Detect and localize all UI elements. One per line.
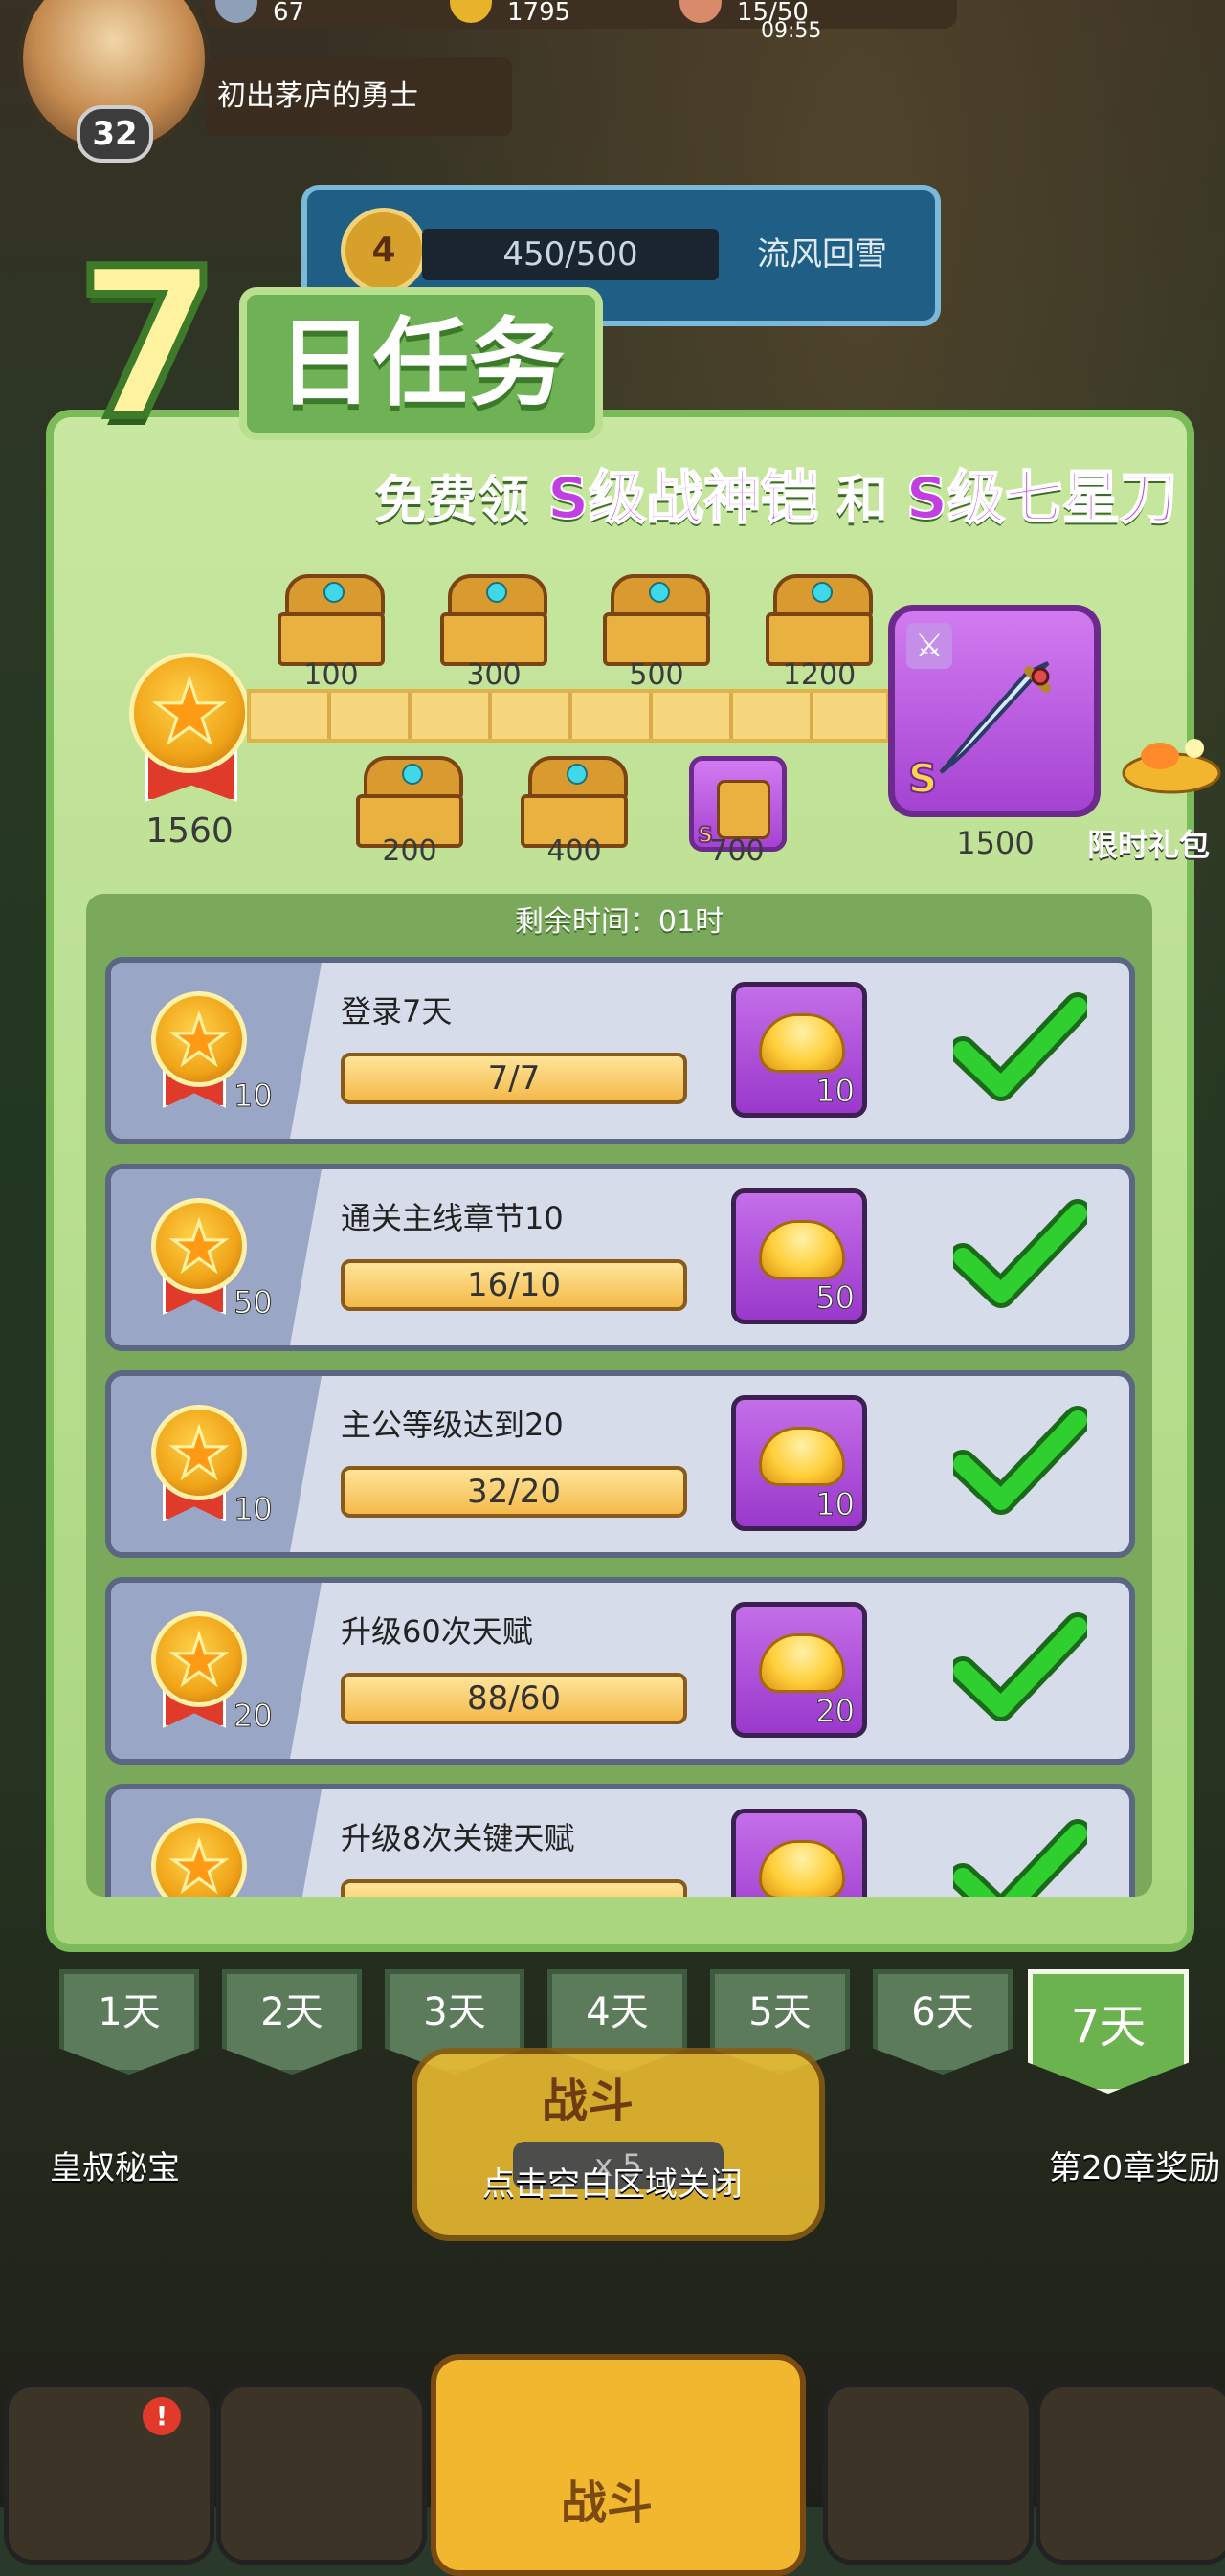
task-progress: 16/10 <box>341 1259 687 1311</box>
chapter-reward-label[interactable]: 第20章奖励 <box>1049 2142 1225 2188</box>
gold-ingot-icon <box>759 1220 845 1279</box>
task-row[interactable]: ★ 10 登录7天 7/7 10 <box>105 957 1135 1144</box>
battle-label: 战斗 <box>542 2075 635 2128</box>
milestone-label: 100 <box>303 658 359 692</box>
milestone-chest-500[interactable] <box>603 574 710 666</box>
notify-badge: ! <box>143 2397 181 2435</box>
energy-timer: 09:55 <box>761 19 822 43</box>
milestone-label: 400 <box>546 834 602 868</box>
task-row[interactable]: ★ 升级8次关键天赋 <box>105 1784 1135 1897</box>
meat-icon <box>679 0 722 23</box>
task-name: 升级60次天赋 <box>341 1613 533 1650</box>
milestone-label: 300 <box>466 658 522 692</box>
final-reward-points: 1500 <box>956 825 1035 861</box>
task-reward-ingot[interactable]: 50 <box>731 1188 867 1324</box>
gold-coin-icon <box>450 0 492 23</box>
task-name: 主公等级达到20 <box>341 1407 564 1443</box>
player-level-badge: 32 <box>77 105 153 163</box>
stamina-icon <box>215 0 257 23</box>
reward-qty: 10 <box>815 1486 856 1523</box>
task-points-medal-icon: ★ <box>151 1611 247 1707</box>
task-reward-ingot[interactable] <box>731 1809 867 1897</box>
final-reward-blade[interactable]: ⚔ S <box>888 605 1101 817</box>
milestone-label: 200 <box>382 834 437 868</box>
stage-name: 流风回雪 <box>757 235 887 274</box>
close-hint[interactable]: 点击空白区域关闭 <box>287 2158 938 2205</box>
check-icon <box>953 1406 1087 1515</box>
task-points: 10 <box>234 1491 274 1528</box>
check-icon <box>953 992 1087 1101</box>
gift-pack-icon[interactable] <box>1118 727 1225 794</box>
check-icon <box>953 1819 1087 1897</box>
points-medal-icon: ★ <box>129 653 250 773</box>
task-progress: 88/60 <box>341 1673 687 1724</box>
task-points: 50 <box>234 1284 274 1321</box>
task-points-medal-icon: ★ <box>151 1198 247 1294</box>
gold-ingot-icon <box>759 1840 845 1897</box>
uncle-treasure-label[interactable]: 皇叔秘宝 <box>50 2142 180 2188</box>
task-reward-ingot[interactable]: 10 <box>731 1395 867 1531</box>
task-reward-ingot[interactable]: 20 <box>731 1602 867 1738</box>
stamina-value: 67 <box>273 0 305 27</box>
reward-qty: 50 <box>815 1279 856 1317</box>
remaining-time: 剩余时间：01时 <box>514 905 724 939</box>
nav-upgrade-button[interactable] <box>1036 2383 1225 2565</box>
check-icon <box>953 1199 1087 1308</box>
panel-subtitle: 免费领 S级战神铠 和 S级七星刀 <box>287 457 1178 540</box>
reward-qty: 10 <box>815 1073 856 1110</box>
title-number: 7 <box>73 224 224 464</box>
nav-shop-button[interactable]: ! <box>4 2383 214 2565</box>
nav-battle-label: 战斗 <box>561 2476 654 2530</box>
task-row[interactable]: ★ 10 主公等级达到20 32/20 10 <box>105 1370 1135 1558</box>
panel-title: 日任务 <box>278 307 565 419</box>
gold-ingot-icon <box>759 1633 845 1693</box>
task-row[interactable]: ★ 50 通关主线章节10 16/10 50 <box>105 1164 1135 1351</box>
subtitle-and: 和 <box>835 470 888 530</box>
task-row[interactable]: ★ 20 升级60次天赋 88/60 20 <box>105 1577 1135 1765</box>
task-reward-ingot[interactable]: 10 <box>731 982 867 1118</box>
points-progress-track <box>247 689 890 743</box>
reward-qty: 20 <box>815 1693 856 1730</box>
stage-medal: 4 <box>341 208 427 294</box>
milestone-label: 1200 <box>782 658 857 692</box>
milestone-label: 700 <box>709 834 765 868</box>
gold-ingot-icon <box>759 1427 845 1486</box>
task-progress: 32/20 <box>341 1466 687 1518</box>
milestone-chest-300[interactable] <box>440 574 547 666</box>
task-points: 10 <box>234 1077 274 1115</box>
grade-mark: S <box>907 754 938 803</box>
subtitle-pre: 免费领 <box>374 470 530 530</box>
task-list[interactable]: 剩余时间：01时 ★ 10 登录7天 7/7 10 ★ 50 通关主线章节10 … <box>86 894 1152 1897</box>
subtitle-item-armor: S级战神铠 <box>546 464 819 533</box>
stage-progress: 450/500 <box>422 229 719 280</box>
seven-star-blade-icon <box>939 661 1051 774</box>
nav-hero-button[interactable] <box>823 2383 1034 2565</box>
task-progress <box>341 1879 687 1897</box>
gold-value: 1795 <box>507 0 571 27</box>
limited-gift-label[interactable]: 限时礼包 <box>1087 821 1225 865</box>
nav-battle-button[interactable]: 战斗 <box>431 2354 806 2576</box>
task-name: 通关主线章节10 <box>341 1200 564 1236</box>
task-points: 20 <box>234 1698 274 1735</box>
task-points-medal-icon: ★ <box>151 1405 247 1500</box>
gold-ingot-icon <box>759 1013 845 1073</box>
player-title: 初出茅庐的勇士 <box>206 57 512 136</box>
battle-button[interactable]: 战斗 x 5 <box>412 2048 825 2241</box>
milestone-chest-1200[interactable] <box>766 574 873 666</box>
task-points-medal-icon: ★ <box>151 1818 247 1897</box>
nav-equipment-button[interactable] <box>216 2383 427 2565</box>
task-name: 登录7天 <box>341 993 453 1030</box>
milestone-label: 500 <box>629 658 684 692</box>
check-icon <box>953 1612 1087 1721</box>
task-progress: 7/7 <box>341 1053 687 1104</box>
points-total: 1560 <box>145 811 234 851</box>
task-name: 升级8次关键天赋 <box>341 1820 575 1856</box>
subtitle-item-blade: S级七星刀 <box>905 464 1178 533</box>
task-points-medal-icon: ★ <box>151 991 247 1087</box>
milestone-chest-100[interactable] <box>278 574 385 666</box>
